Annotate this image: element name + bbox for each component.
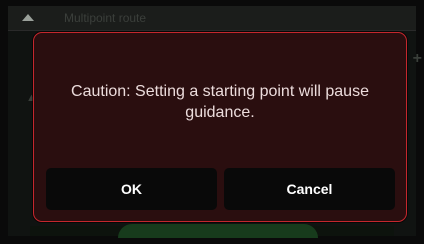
header-bar: Multipoint route — [8, 6, 416, 31]
cancel-button[interactable]: Cancel — [224, 168, 395, 210]
ok-button[interactable]: OK — [46, 168, 217, 210]
dialog-message: Caution: Setting a starting point will p… — [71, 83, 369, 121]
up-arrow-icon[interactable] — [22, 14, 34, 21]
plus-icon: + — [412, 50, 422, 67]
map-shape — [118, 224, 318, 238]
header-title: Multipoint route — [64, 11, 147, 25]
caution-dialog: Caution: Setting a starting point will p… — [33, 32, 407, 222]
